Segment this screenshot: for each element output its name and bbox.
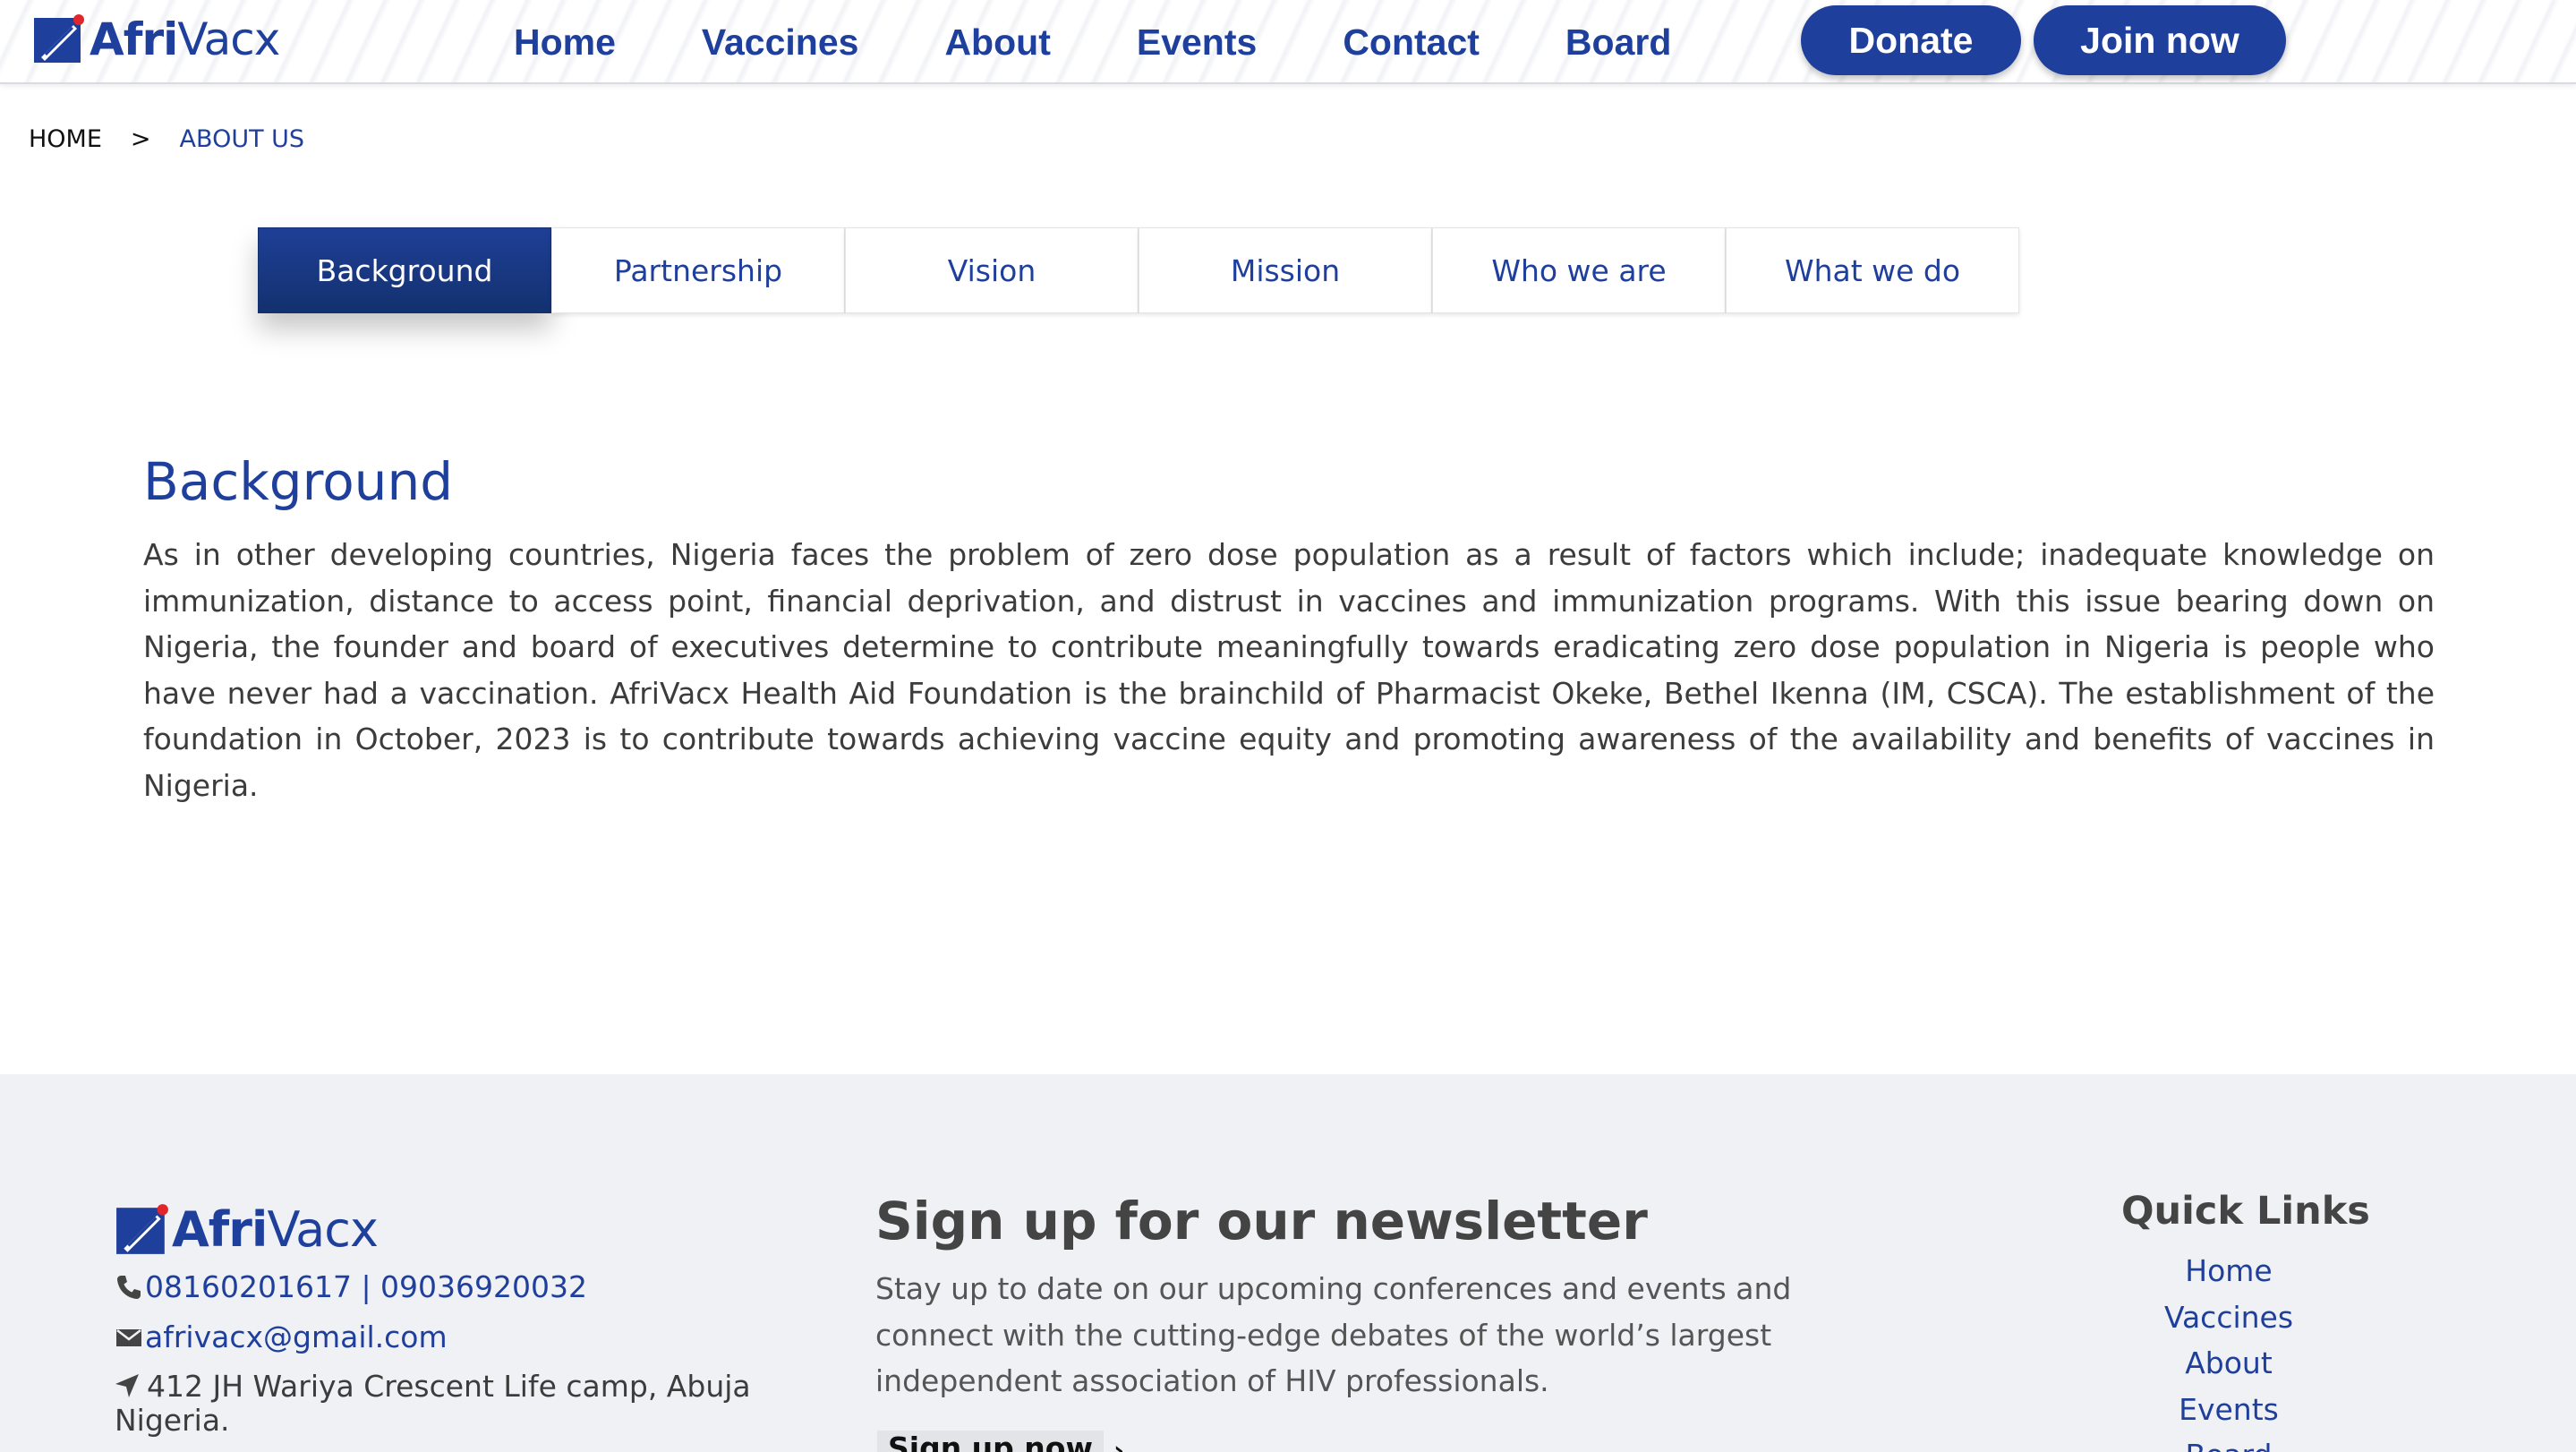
quick-links-title: Quick Links	[2121, 1189, 2370, 1234]
nav-board[interactable]: Board	[1565, 21, 1671, 64]
phone-numbers[interactable]: 08160201617 | 09036920032	[145, 1269, 587, 1304]
breadcrumb-separator: >	[130, 125, 151, 153]
section-body: As in other developing countries, Nigeri…	[143, 537, 2435, 803]
brand-name: AfriVacx	[90, 13, 280, 65]
header-logo[interactable]: AfriVacx	[32, 13, 280, 66]
chevron-right-icon: ›	[1113, 1436, 1125, 1452]
quick-link-home[interactable]: Home	[2121, 1248, 2336, 1294]
sign-up-now-button[interactable]: Sign up now	[877, 1431, 1104, 1452]
location-arrow-icon	[115, 1371, 140, 1397]
footer-phone[interactable]: 08160201617 | 09036920032	[115, 1269, 587, 1304]
breadcrumb-home[interactable]: HOME	[29, 125, 102, 153]
about-tabs: Background Partnership Vision Mission Wh…	[258, 227, 2019, 313]
footer-address: 412 JH Wariya Crescent Life camp, Abuja …	[115, 1370, 795, 1438]
mail-icon	[115, 1323, 143, 1352]
footer-logo[interactable]: AfriVacx	[115, 1201, 379, 1258]
breadcrumb-current: ABOUT US	[179, 125, 305, 153]
address-text: 412 JH Wariya Crescent Life camp, Abuja …	[115, 1369, 751, 1438]
nav-contact[interactable]: Contact	[1343, 21, 1480, 64]
tab-partnership[interactable]: Partnership	[551, 227, 845, 313]
afrivacx-logo-icon	[115, 1202, 170, 1258]
tab-who-we-are[interactable]: Who we are	[1432, 227, 1726, 313]
quick-link-vaccines[interactable]: Vaccines	[2121, 1294, 2336, 1341]
section-title: Background	[143, 451, 454, 512]
nav-home[interactable]: Home	[514, 21, 616, 64]
tab-vision[interactable]: Vision	[845, 227, 1139, 313]
main-nav: Home Vaccines About Events Contact Board	[483, 0, 1757, 84]
footer-email[interactable]: afrivacx@gmail.com	[115, 1320, 448, 1354]
quick-links: Home Vaccines About Events Board	[2121, 1248, 2336, 1452]
quick-link-about[interactable]: About	[2121, 1340, 2336, 1387]
breadcrumb: HOME > ABOUT US	[29, 125, 304, 153]
newsletter-title: Sign up for our newsletter	[875, 1191, 1648, 1251]
join-now-button[interactable]: Join now	[2034, 5, 2286, 75]
footer-brand-name: AfriVacx	[172, 1201, 379, 1258]
email-address[interactable]: afrivacx@gmail.com	[145, 1320, 448, 1354]
donate-button[interactable]: Donate	[1801, 5, 2021, 75]
nav-about[interactable]: About	[944, 21, 1050, 64]
nav-events[interactable]: Events	[1137, 21, 1257, 64]
quick-link-board[interactable]: Board	[2121, 1432, 2336, 1452]
afrivacx-logo-icon	[32, 13, 86, 66]
phone-icon	[115, 1273, 143, 1302]
nav-vaccines[interactable]: Vaccines	[702, 21, 859, 64]
tab-background[interactable]: Background	[258, 227, 551, 313]
tab-what-we-do[interactable]: What we do	[1726, 227, 2019, 313]
quick-link-events[interactable]: Events	[2121, 1387, 2336, 1433]
newsletter-text: Stay up to date on our upcoming conferen…	[875, 1271, 1792, 1398]
site-header: AfriVacx Home Vaccines About Events Cont…	[0, 0, 2576, 84]
tab-mission[interactable]: Mission	[1139, 227, 1432, 313]
